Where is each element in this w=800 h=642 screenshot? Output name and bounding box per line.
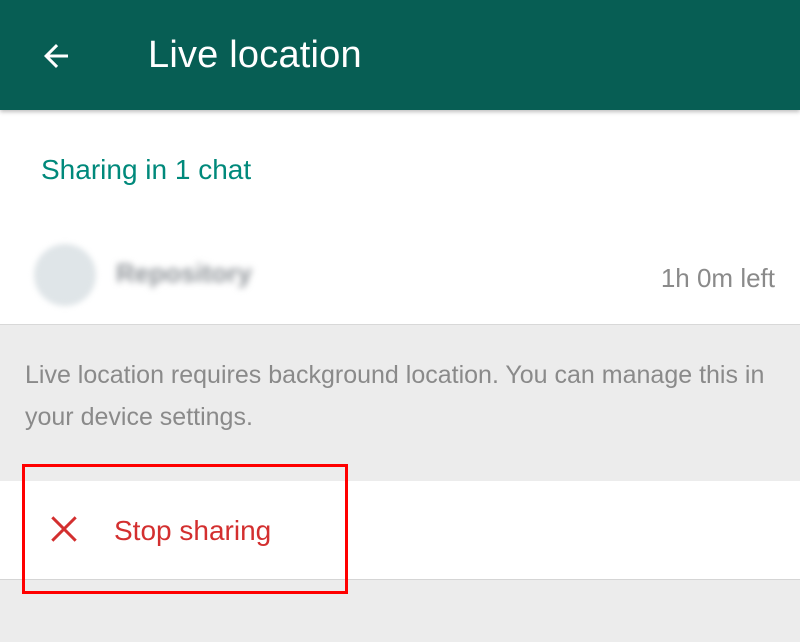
arrow-back-icon: [44, 44, 68, 68]
stop-sharing-label: Stop sharing: [114, 515, 272, 546]
stop-sharing-button[interactable]: Stop sharing: [0, 481, 800, 580]
sharing-header: Sharing in 1 chat: [41, 154, 252, 185]
time-left-label: 1h 0m left: [660, 263, 775, 293]
app-bar: Live location: [0, 0, 800, 110]
close-icon: [51, 516, 77, 542]
avatar: [34, 244, 96, 306]
page-title: Live location: [148, 34, 362, 76]
chat-name: Repository: [116, 258, 252, 288]
back-button[interactable]: [22, 22, 90, 90]
background-location-info: Live location requires background locati…: [25, 361, 765, 431]
chat-row[interactable]: Repository 1h 0m left: [0, 234, 800, 318]
sharing-card: Sharing in 1 chat Repository 1h 0m left: [0, 110, 800, 325]
